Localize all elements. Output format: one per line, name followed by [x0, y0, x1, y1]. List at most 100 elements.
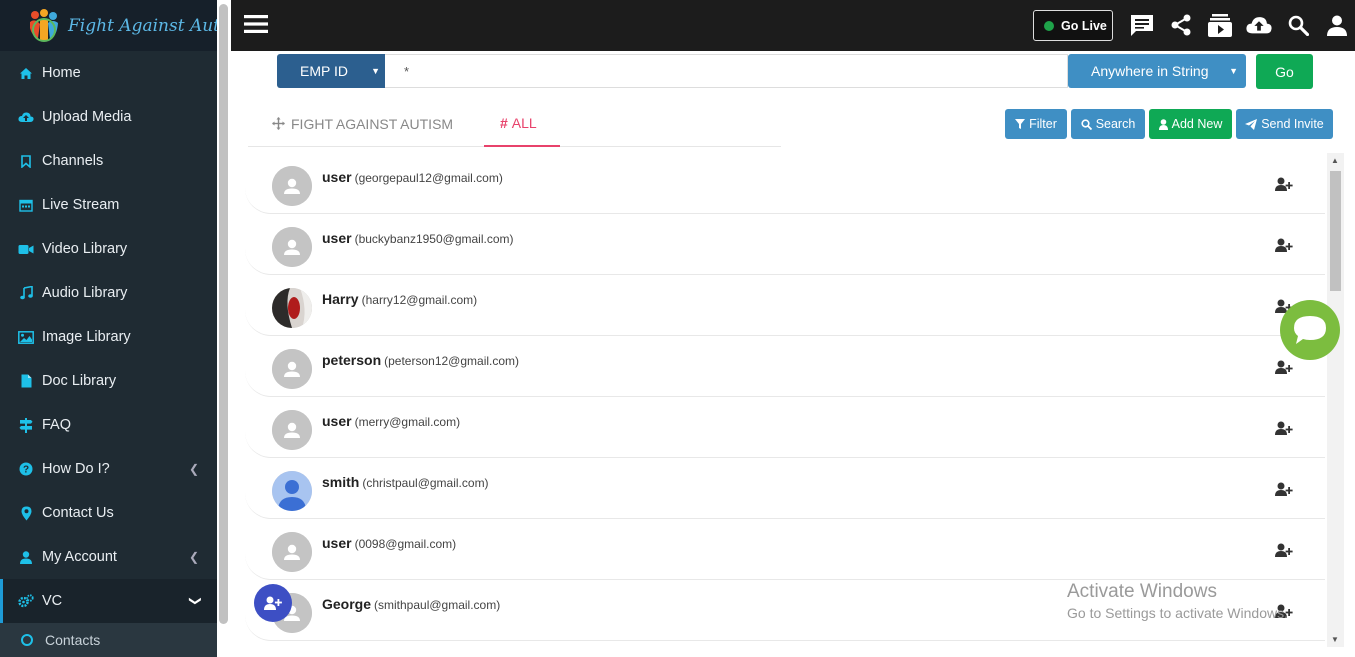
- search-field-select-label: EMP ID: [300, 63, 348, 79]
- sidebar-scrollbar-thumb[interactable]: [219, 4, 228, 624]
- sidebar-nav: Home Upload Media Channels Live Stream V…: [0, 51, 217, 623]
- sidebar-subitem-contacts[interactable]: Contacts: [0, 623, 217, 657]
- watermark-subtitle: Go to Settings to activate Windows.: [1067, 605, 1288, 621]
- sidebar-item-upload-media[interactable]: Upload Media: [0, 95, 217, 139]
- arrows-move-icon: [272, 117, 285, 130]
- paper-plane-icon: [1245, 118, 1258, 130]
- playlist-icon[interactable]: [1207, 12, 1233, 38]
- contact-name-text: user: [322, 535, 352, 551]
- cloud-upload-icon: [18, 109, 34, 125]
- search-field-select[interactable]: EMP ID ▼: [277, 54, 385, 88]
- top-bar: Go Live: [231, 0, 1355, 51]
- add-contact-fab[interactable]: [254, 584, 292, 622]
- sidebar-item-label: Doc Library: [42, 373, 117, 389]
- sidebar-item-faq[interactable]: FAQ: [0, 403, 217, 447]
- sidebar-item-label: Home: [42, 65, 81, 81]
- match-mode-label: Anywhere in String: [1091, 63, 1209, 79]
- home-icon: [18, 65, 34, 81]
- add-contact-icon[interactable]: [1275, 360, 1293, 374]
- sidebar-item-my-account[interactable]: My Account ❮: [0, 535, 217, 579]
- sidebar-subitem-label: Contacts: [45, 632, 101, 648]
- contact-email: (smithpaul@gmail.com): [374, 598, 501, 612]
- search-input[interactable]: [385, 54, 1068, 88]
- sidebar: Fight Against Autism Home Upload Media C…: [0, 0, 250, 657]
- sidebar-item-label: Channels: [42, 153, 104, 169]
- add-contact-icon[interactable]: [1275, 421, 1293, 435]
- avatar: [272, 410, 312, 450]
- sidebar-item-label: Live Stream: [42, 197, 120, 213]
- filter-button[interactable]: Filter: [1005, 109, 1067, 139]
- sidebar-item-how-do-i[interactable]: ? How Do I? ❮: [0, 447, 217, 491]
- circle-icon: [21, 634, 33, 646]
- chevron-left-icon: ❮: [188, 550, 199, 564]
- user-account-icon[interactable]: [1324, 12, 1350, 38]
- contact-row[interactable]: user (merry@gmail.com): [245, 397, 1325, 458]
- contact-email: (peterson12@gmail.com): [384, 354, 520, 368]
- chevron-down-icon: ❮: [186, 595, 201, 607]
- avatar: [272, 349, 312, 389]
- live-status-dot-icon: [1044, 20, 1054, 31]
- video-camera-icon: [18, 241, 34, 257]
- tab-label: ALL: [511, 115, 537, 131]
- brand-logo[interactable]: Fight Against Autism: [0, 0, 250, 51]
- go-button[interactable]: Go: [1256, 54, 1313, 89]
- sidebar-item-label: Audio Library: [42, 285, 128, 301]
- sidebar-item-channels[interactable]: Channels: [0, 139, 217, 183]
- add-contact-icon[interactable]: [1275, 482, 1293, 496]
- contact-row[interactable]: user (buckybanz1950@gmail.com): [245, 214, 1325, 275]
- scroll-down-arrow-icon[interactable]: ▼: [1331, 635, 1339, 644]
- contact-row[interactable]: smith (christpaul@gmail.com): [245, 458, 1325, 519]
- cloud-upload-icon[interactable]: [1246, 12, 1272, 38]
- user-icon: [18, 549, 34, 565]
- contact-row[interactable]: Harry (harry12@gmail.com): [245, 275, 1325, 336]
- send-invite-button[interactable]: Send Invite: [1236, 109, 1333, 139]
- match-mode-select[interactable]: Anywhere in String ▼: [1068, 54, 1246, 88]
- sidebar-item-doc-library[interactable]: Doc Library: [0, 359, 217, 403]
- sidebar-item-image-library[interactable]: Image Library: [0, 315, 217, 359]
- contact-list-scrollbar[interactable]: ▲ ▼: [1327, 153, 1344, 647]
- share-icon[interactable]: [1168, 12, 1194, 38]
- contact-row[interactable]: user (0098@gmail.com): [245, 519, 1325, 580]
- search-button[interactable]: Search: [1071, 109, 1145, 139]
- sidebar-item-contact-us[interactable]: Contact Us: [0, 491, 217, 535]
- chevron-left-icon: ❮: [188, 462, 199, 476]
- chat-icon[interactable]: [1129, 12, 1155, 38]
- sidebar-item-label: My Account: [42, 549, 117, 565]
- scroll-up-arrow-icon[interactable]: ▲: [1331, 156, 1339, 165]
- sidebar-item-audio-library[interactable]: Audio Library: [0, 271, 217, 315]
- contact-name-text: smith: [322, 474, 360, 490]
- search-icon: [1081, 118, 1092, 130]
- avatar: [272, 532, 312, 572]
- sidebar-item-live-stream[interactable]: Live Stream: [0, 183, 217, 227]
- sidebar-scrollbar[interactable]: [217, 0, 231, 657]
- go-live-button[interactable]: Go Live: [1033, 10, 1113, 41]
- contact-list-scrollbar-thumb[interactable]: [1330, 171, 1341, 291]
- avatar: [272, 166, 312, 206]
- add-contact-icon[interactable]: [1275, 238, 1293, 252]
- contact-name: smith (christpaul@gmail.com): [322, 474, 489, 490]
- add-new-button[interactable]: Add New: [1149, 109, 1232, 139]
- tab-fight-against-autism[interactable]: FIGHT AGAINST AUTISM: [272, 101, 453, 146]
- bookmark-icon: [18, 153, 34, 169]
- avatar-image: [272, 288, 312, 328]
- hamburger-menu-icon[interactable]: [244, 13, 268, 37]
- sidebar-item-video-library[interactable]: Video Library: [0, 227, 217, 271]
- sidebar-item-vc[interactable]: VC ❮: [0, 579, 217, 623]
- contact-name: user (buckybanz1950@gmail.com): [322, 230, 514, 246]
- sidebar-item-label: FAQ: [42, 417, 72, 433]
- tab-all[interactable]: # ALL: [484, 101, 560, 147]
- add-contact-icon[interactable]: [1275, 543, 1293, 557]
- add-contact-icon[interactable]: [1275, 177, 1293, 191]
- chat-widget-button[interactable]: [1280, 300, 1340, 360]
- contact-name-text: user: [322, 169, 352, 185]
- search-icon[interactable]: [1285, 12, 1311, 38]
- contact-row[interactable]: user (georgepaul12@gmail.com): [245, 153, 1325, 214]
- contact-row[interactable]: peterson (peterson12@gmail.com): [245, 336, 1325, 397]
- contact-email: (harry12@gmail.com): [361, 293, 478, 307]
- sidebar-item-home[interactable]: Home: [0, 51, 217, 95]
- add-new-label: Add New: [1171, 117, 1223, 131]
- watermark-title: Activate Windows: [1067, 581, 1217, 602]
- avatar-image: [272, 410, 312, 450]
- contact-email: (christpaul@gmail.com): [362, 476, 489, 490]
- sidebar-item-label: Image Library: [42, 329, 131, 345]
